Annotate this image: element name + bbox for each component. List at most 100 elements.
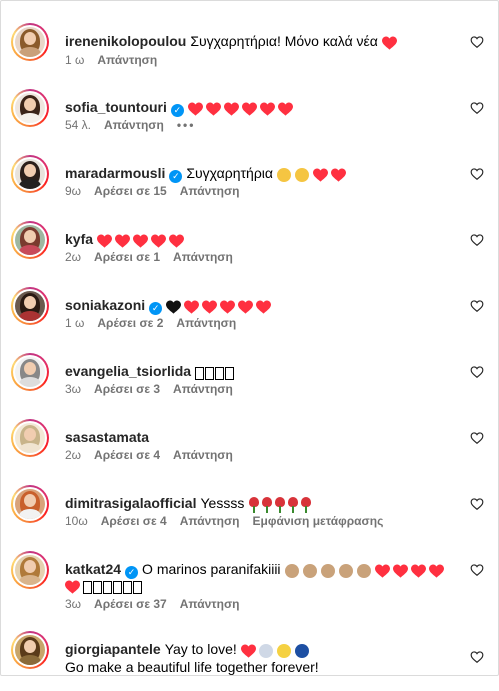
avatar[interactable] bbox=[11, 155, 49, 193]
avatar[interactable] bbox=[11, 485, 49, 523]
like-comment-button[interactable] bbox=[470, 365, 484, 379]
reply-button[interactable]: Απάντηση bbox=[104, 118, 164, 132]
evil-eye-emoji bbox=[294, 644, 309, 658]
comment-meta: 1 ω Απάντηση bbox=[65, 53, 170, 67]
avatar[interactable] bbox=[11, 287, 49, 325]
comment-username[interactable]: giorgiapantele bbox=[65, 641, 161, 657]
comment-time[interactable]: 10ω bbox=[65, 514, 88, 528]
heart-outline-icon bbox=[470, 366, 484, 378]
comment-item: kyfa 2ω Αρέσει σε 1 Απάντηση bbox=[0, 221, 499, 281]
reply-button[interactable]: Απάντηση bbox=[173, 448, 233, 462]
comment-likes-count[interactable]: Αρέσει σε 2 bbox=[97, 316, 163, 330]
like-comment-button[interactable] bbox=[470, 650, 484, 664]
comment-time[interactable]: 3ω bbox=[65, 382, 81, 396]
comment-time[interactable]: 2ω bbox=[65, 448, 81, 462]
sparkles-emoji bbox=[276, 644, 291, 658]
unrendered-glyph bbox=[83, 581, 92, 594]
heart-outline-icon bbox=[470, 300, 484, 312]
comment-username[interactable]: sasastamata bbox=[65, 429, 149, 445]
avatar[interactable] bbox=[11, 221, 49, 259]
comment-username[interactable]: kyfa bbox=[65, 231, 93, 247]
reply-button[interactable]: Απάντηση bbox=[180, 184, 240, 198]
comment-meta: 2ω Αρέσει σε 1 Απάντηση bbox=[65, 250, 246, 264]
comment-item: soniakazoni ✓ 1 ω Αρέσει σε 2 Απάντηση bbox=[0, 287, 499, 347]
verified-badge-icon: ✓ bbox=[170, 104, 184, 117]
comment-likes-count[interactable]: Αρέσει σε 3 bbox=[94, 382, 160, 396]
comment-likes-count[interactable]: Αρέσει σε 1 bbox=[94, 250, 160, 264]
comment-time[interactable]: 3ω bbox=[65, 597, 81, 611]
avatar-image bbox=[15, 423, 45, 453]
unrendered-glyph bbox=[93, 581, 102, 594]
reply-button[interactable]: Απάντηση bbox=[180, 514, 240, 528]
comment-username[interactable]: soniakazoni bbox=[65, 297, 145, 313]
show-translation-button[interactable]: Εμφάνιση μετάφρασης bbox=[253, 514, 384, 528]
like-comment-button[interactable] bbox=[470, 563, 484, 577]
avatar[interactable] bbox=[11, 419, 49, 457]
comment-text-line: katkat24 ✓ Ο marinos paranifakiiii bbox=[65, 560, 459, 580]
reply-button[interactable]: Απάντηση bbox=[97, 53, 157, 67]
red-heart-emoji bbox=[151, 234, 167, 248]
avatar[interactable] bbox=[11, 23, 49, 61]
like-comment-button[interactable] bbox=[470, 167, 484, 181]
comment-time[interactable]: 9ω bbox=[65, 184, 81, 198]
avatar-image bbox=[15, 357, 45, 387]
comment-likes-count[interactable]: Αρέσει σε 4 bbox=[94, 448, 160, 462]
comment-meta: 9ω Αρέσει σε 15 Απάντηση bbox=[65, 184, 253, 198]
comment-item: irenenikolopoulou Συγχαρητήρια! Μόνο καλά… bbox=[0, 23, 499, 83]
avatar[interactable] bbox=[11, 551, 49, 589]
comment-emojis bbox=[166, 298, 274, 316]
like-comment-button[interactable] bbox=[470, 233, 484, 247]
comment-meta: 3ω Αρέσει σε 37 Απάντηση bbox=[65, 597, 253, 611]
red-heart-emoji bbox=[313, 168, 328, 182]
red-heart-emoji bbox=[331, 168, 346, 182]
more-options-icon[interactable]: ••• bbox=[177, 118, 196, 132]
unrendered-glyph bbox=[103, 581, 112, 594]
comment-time[interactable]: 1 ω bbox=[65, 53, 84, 67]
comment-emojis bbox=[381, 34, 400, 52]
reply-button[interactable]: Απάντηση bbox=[176, 316, 236, 330]
comment-text: Ο marinos paranifakiiii bbox=[142, 561, 281, 577]
comment-username[interactable]: dimitrasigalaofficial bbox=[65, 495, 196, 511]
rose-emoji bbox=[274, 497, 286, 513]
red-heart-emoji bbox=[374, 564, 390, 578]
comment-meta: 2ω Αρέσει σε 4 Απάντηση bbox=[65, 448, 246, 462]
red-heart-emoji bbox=[220, 300, 236, 314]
comment-username[interactable]: irenenikolopoulou bbox=[65, 33, 186, 49]
reply-button[interactable]: Απάντηση bbox=[180, 597, 240, 611]
red-heart-emoji bbox=[223, 102, 239, 116]
unrendered-glyph bbox=[225, 367, 235, 380]
red-heart-emoji bbox=[115, 234, 131, 248]
comment-meta: 54 λ. Απάντηση ••• bbox=[65, 118, 208, 132]
avatar[interactable] bbox=[11, 631, 49, 669]
reply-button[interactable]: Απάντηση bbox=[173, 382, 233, 396]
avatar[interactable] bbox=[11, 353, 49, 391]
red-heart-emoji bbox=[97, 234, 113, 248]
comment-likes-count[interactable]: Αρέσει σε 4 bbox=[101, 514, 167, 528]
like-comment-button[interactable] bbox=[470, 35, 484, 49]
avatar-image bbox=[15, 291, 45, 321]
red-heart-emoji bbox=[428, 564, 444, 578]
comment-time[interactable]: 54 λ. bbox=[65, 118, 91, 132]
comment-username[interactable]: katkat24 bbox=[65, 561, 121, 577]
avatar[interactable] bbox=[11, 89, 49, 127]
like-comment-button[interactable] bbox=[470, 497, 484, 511]
reply-button[interactable]: Απάντηση bbox=[173, 250, 233, 264]
red-heart-emoji bbox=[65, 580, 80, 594]
like-comment-button[interactable] bbox=[470, 101, 484, 115]
comment-text-line: evangelia_tsiorlida bbox=[65, 362, 459, 382]
like-comment-button[interactable] bbox=[470, 299, 484, 313]
comment-likes-count[interactable]: Αρέσει σε 15 bbox=[94, 184, 167, 198]
comment-text: Συγχαρητήρια! Μόνο καλά νέα bbox=[190, 33, 378, 49]
comment-username[interactable]: maradarmousli bbox=[65, 165, 165, 181]
comment-time[interactable]: 2ω bbox=[65, 250, 81, 264]
comment-likes-count[interactable]: Αρέσει σε 37 bbox=[94, 597, 167, 611]
like-comment-button[interactable] bbox=[470, 431, 484, 445]
heart-outline-icon bbox=[470, 36, 484, 48]
red-heart-emoji bbox=[392, 564, 408, 578]
comment-username[interactable]: sofia_tountouri bbox=[65, 99, 167, 115]
avatar-image bbox=[15, 27, 45, 57]
comment-time[interactable]: 1 ω bbox=[65, 316, 84, 330]
comment-username[interactable]: evangelia_tsiorlida bbox=[65, 363, 191, 379]
comment-emojis bbox=[277, 166, 349, 184]
comment-text-line: irenenikolopoulou Συγχαρητήρια! Μόνο καλά… bbox=[65, 32, 459, 52]
